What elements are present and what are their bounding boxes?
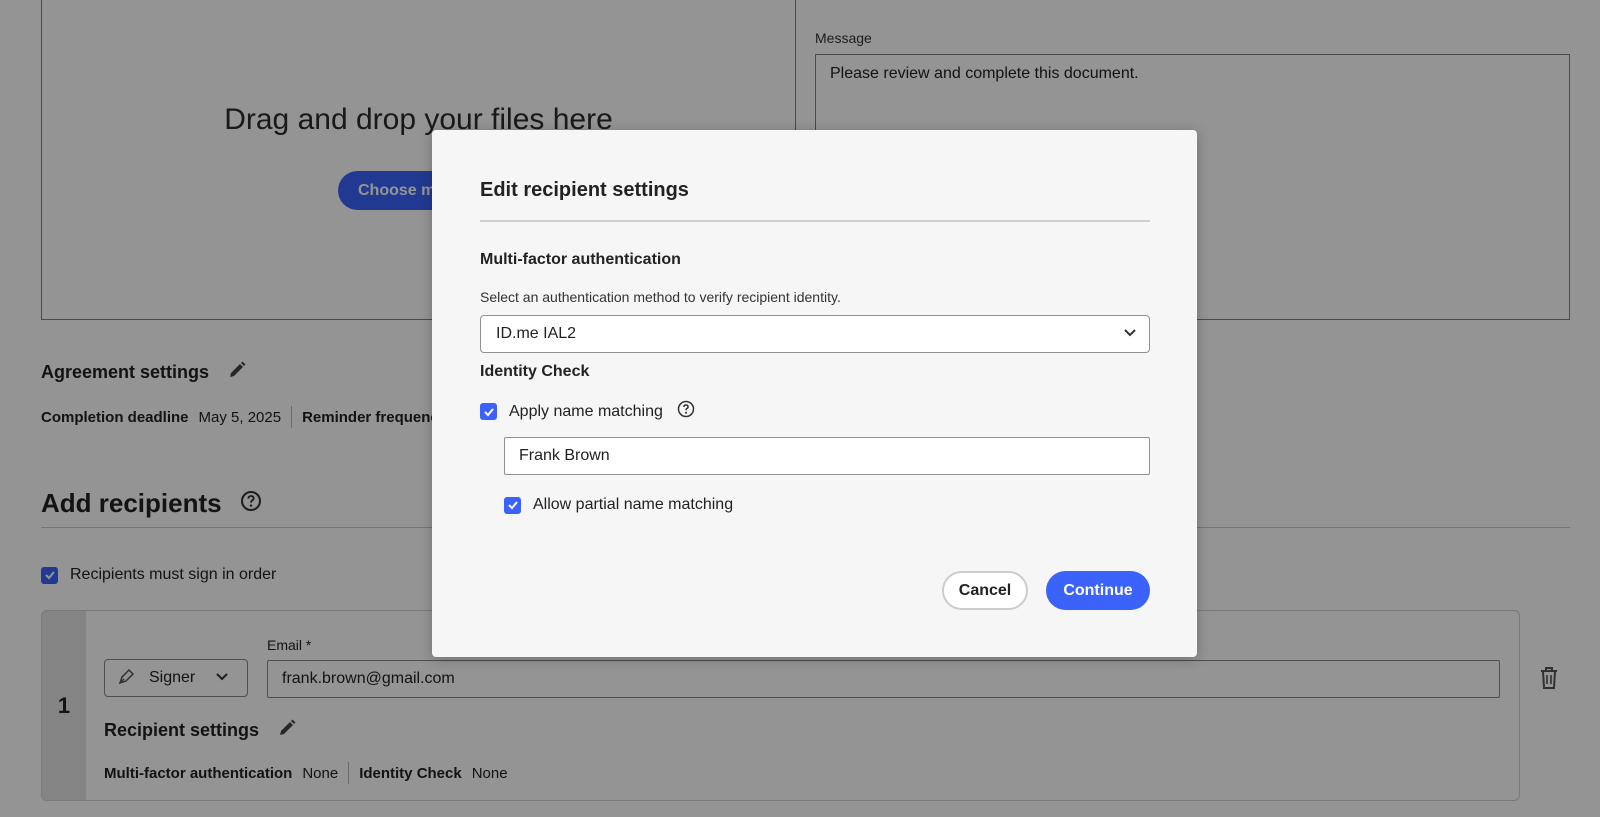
continue-button[interactable]: Continue — [1046, 571, 1150, 610]
apply-name-matching-row: Apply name matching — [480, 400, 695, 423]
apply-name-matching-label[interactable]: Apply name matching — [509, 403, 663, 421]
allow-partial-label[interactable]: Allow partial name matching — [533, 496, 733, 514]
mfa-description: Select an authentication method to verif… — [480, 289, 841, 305]
identity-check-heading: Identity Check — [480, 363, 590, 380]
name-matching-input[interactable]: Frank Brown — [504, 437, 1150, 475]
cancel-button[interactable]: Cancel — [942, 571, 1028, 610]
title-divider — [480, 220, 1150, 222]
edit-recipient-settings-dialog: Edit recipient settings Multi-factor aut… — [432, 130, 1197, 657]
allow-partial-row: Allow partial name matching — [504, 496, 733, 514]
mfa-selected-value: ID.me IAL2 — [496, 325, 577, 342]
mfa-heading: Multi-factor authentication — [480, 251, 681, 268]
chevron-down-icon — [1123, 325, 1137, 343]
help-icon[interactable] — [677, 400, 695, 423]
mfa-method-select[interactable]: ID.me IAL2 — [480, 315, 1150, 353]
apply-name-matching-checkbox[interactable] — [480, 403, 497, 420]
allow-partial-checkbox[interactable] — [504, 496, 521, 514]
dialog-title: Edit recipient settings — [480, 179, 689, 201]
